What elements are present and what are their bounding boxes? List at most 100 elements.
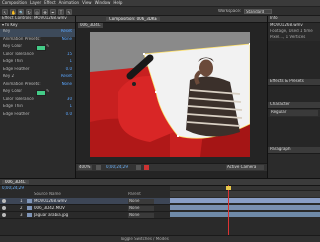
composition-panel: Composition: 006_3DKE 006_3D4C 400% 0;00… <box>76 16 267 178</box>
composition-viewer[interactable] <box>90 32 250 157</box>
footage-icon <box>27 206 32 210</box>
info-tab[interactable]: Info <box>268 16 320 23</box>
property-value[interactable]: None <box>62 37 72 42</box>
property-label: Color Tolerance <box>3 51 34 56</box>
composited-footage <box>90 32 250 157</box>
property-label: Key 2 <box>3 74 15 78</box>
layer-2-bar[interactable] <box>170 205 320 210</box>
effect-property-row[interactable]: Color Tolerance 15 <box>0 52 75 60</box>
menu-view[interactable]: View <box>82 0 92 6</box>
property-value[interactable]: None <box>62 82 72 87</box>
effect-property-row[interactable]: Edge Feather 0.0 <box>0 112 75 120</box>
source-name-header: Source Name <box>34 192 61 196</box>
effects-presets-tab[interactable]: Effects & Presets <box>268 79 320 86</box>
property-label: Key Color <box>3 44 22 48</box>
layer-row[interactable]: 2 006_3D42.MOV None <box>0 205 170 212</box>
menu-help[interactable]: Help <box>113 0 122 6</box>
toggle-switches-label[interactable]: Toggle Switches / Modes <box>120 237 169 242</box>
brush-tool-icon[interactable]: ✎ <box>66 8 72 15</box>
viewer-controls-bar: 400% 0;00;24;29 Active Camera <box>76 163 267 171</box>
effect-controls-tab[interactable]: Effect Controls: MOV01268.wmv <box>0 16 75 23</box>
workspace-select[interactable]: Standard <box>244 8 272 14</box>
font-style-select[interactable]: Regular <box>270 110 318 116</box>
property-value[interactable]: 30 <box>67 97 72 102</box>
layer-name[interactable]: 006_3D42.MOV <box>34 206 65 211</box>
timeline-tab[interactable]: 006_3D4C <box>2 179 29 185</box>
rotate-tool-icon[interactable]: ↻ <box>26 8 32 15</box>
property-value[interactable]: 0.0 <box>66 67 72 72</box>
visibility-eye-icon[interactable] <box>2 199 6 203</box>
property-label: Edge Thin <box>3 104 23 108</box>
parent-select[interactable]: None <box>128 205 154 211</box>
hand-tool-icon[interactable]: ✋ <box>10 8 16 15</box>
composition-tab[interactable]: Composition: 006_3DKE <box>106 16 161 22</box>
key-color-swatch[interactable] <box>36 45 46 51</box>
property-label: Key Color <box>3 89 22 93</box>
layer-3-bar[interactable] <box>170 212 320 217</box>
visibility-eye-icon[interactable] <box>2 206 6 210</box>
effect-property-row[interactable]: Animation Presets: None <box>0 37 75 45</box>
viewer-timecode[interactable]: 0;00;24;29 <box>106 165 128 170</box>
property-value[interactable]: 1 <box>69 59 72 64</box>
property-label: Key <box>3 29 11 33</box>
effect-controls-panel: Effect Controls: MOV01268.wmv ▾ fx Key K… <box>0 16 76 178</box>
pen-tool-icon[interactable]: ✒ <box>50 8 56 15</box>
visibility-eye-icon[interactable] <box>2 213 6 217</box>
eyedropper-icon[interactable]: ✎ <box>46 44 50 49</box>
current-time-indicator[interactable] <box>228 185 229 235</box>
composition-subtab[interactable]: 006_3D4C <box>78 23 103 28</box>
effect-property-row[interactable]: Key Color ✎ <box>0 89 75 97</box>
effect-property-list: Key Reset Animation Presets: None Key Color ✎… <box>0 29 75 119</box>
text-tool-icon[interactable]: T <box>58 8 64 15</box>
eyedropper-icon[interactable]: ✎ <box>46 89 50 94</box>
menu-window[interactable]: Window <box>95 0 111 6</box>
menu-bar: Composition Layer Effect Animation View … <box>0 0 320 7</box>
parent-select[interactable]: None <box>128 212 154 218</box>
channel-icon[interactable] <box>144 165 149 170</box>
effect-property-row[interactable]: Key Reset <box>0 29 75 37</box>
info-spacer <box>268 41 320 79</box>
camera-view-select[interactable]: Active Camera <box>226 165 264 170</box>
menu-animation[interactable]: Animation <box>59 0 79 6</box>
camera-tool-icon[interactable]: ◎ <box>34 8 40 15</box>
layer-1-bar[interactable] <box>170 198 320 203</box>
grid-icon[interactable] <box>96 165 101 170</box>
effect-property-row[interactable]: Color Tolerance 30 <box>0 97 75 105</box>
pan-behind-tool-icon[interactable]: ✥ <box>42 8 48 15</box>
property-value[interactable]: 15 <box>67 52 72 57</box>
zoom-tool-icon[interactable]: 🔍 <box>18 8 24 15</box>
layer-row[interactable]: 3 Jaguar arabia.jpg None <box>0 212 170 219</box>
effect-property-row[interactable]: Key Color ✎ <box>0 44 75 52</box>
layer-name[interactable]: MOV01268.wmv <box>34 199 67 204</box>
layer-index: 1 <box>20 198 23 203</box>
property-label: Edge Feather <box>3 111 30 116</box>
property-value[interactable]: Reset <box>61 29 72 34</box>
playhead-handle-icon[interactable] <box>226 186 231 190</box>
property-label: Edge Thin <box>3 59 23 63</box>
layer-row[interactable]: 1 MOV01268.wmv None <box>0 198 170 205</box>
parent-select[interactable]: None <box>128 198 154 204</box>
effect-property-row[interactable]: Edge Feather 0.0 <box>0 67 75 75</box>
property-label: Edge Feather <box>3 66 30 71</box>
footage-icon <box>27 199 32 203</box>
effect-property-row[interactable]: Key 2 Reset <box>0 74 75 82</box>
property-value[interactable]: 0.0 <box>66 112 72 117</box>
effect-property-row[interactable]: Edge Thin 1 <box>0 59 75 67</box>
workspace-label: Workspace: <box>218 9 242 13</box>
timeline-timecode[interactable]: 0;00;24;29 <box>2 186 24 191</box>
paragraph-tab[interactable]: Paragraph <box>268 147 320 154</box>
property-value[interactable]: 1 <box>69 104 72 109</box>
snapshot-icon[interactable] <box>136 165 141 170</box>
key-color-swatch[interactable] <box>36 90 46 96</box>
property-value[interactable]: Reset <box>61 74 72 79</box>
character-tab[interactable]: Character <box>268 102 320 109</box>
layer-name[interactable]: Jaguar arabia.jpg <box>34 213 68 218</box>
selection-tool-icon[interactable]: ↖ <box>2 8 8 15</box>
menu-effect[interactable]: Effect <box>44 0 56 6</box>
menu-composition[interactable]: Composition <box>2 0 27 6</box>
work-area-bar[interactable] <box>170 191 320 197</box>
effect-property-row[interactable]: Edge Thin 1 <box>0 104 75 112</box>
effect-property-row[interactable]: Animation Presets: None <box>0 82 75 90</box>
menu-layer[interactable]: Layer <box>30 0 41 6</box>
zoom-select[interactable]: 400% <box>78 165 92 170</box>
